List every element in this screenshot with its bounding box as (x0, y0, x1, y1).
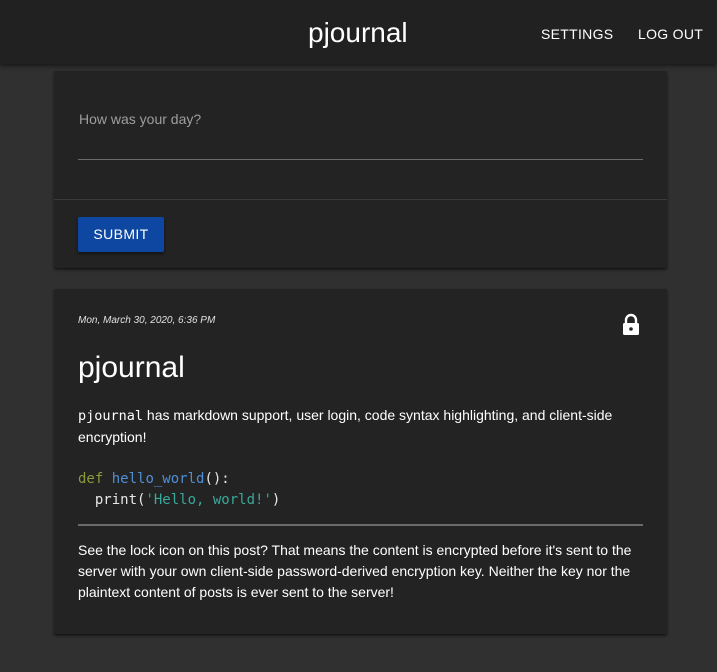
post-card: Mon, March 30, 2020, 6:36 PM pjournal pj… (54, 289, 667, 634)
post-date: Mon, March 30, 2020, 6:36 PM (78, 315, 216, 326)
lock-icon (623, 313, 639, 335)
logout-button[interactable]: LOG OUT (638, 22, 703, 46)
submit-button[interactable]: SUBMIT (78, 217, 164, 252)
app-title[interactable]: pjournal (308, 16, 408, 50)
code-call: print( (94, 492, 146, 508)
compose-card: How was your day? SUBMIT (54, 71, 667, 268)
entry-textarea[interactable]: How was your day? (78, 101, 643, 161)
code-function-name: hello_world (111, 471, 205, 487)
code-close: ) (271, 492, 281, 508)
code-block: def hello_world(): print('Hello, world!'… (78, 469, 643, 511)
entry-placeholder: How was your day? (79, 111, 202, 127)
post-outro: See the lock icon on this post? That mea… (78, 542, 632, 600)
settings-button[interactable]: SETTINGS (541, 22, 613, 46)
entry-underline (78, 159, 643, 160)
inline-code: pjournal (78, 408, 144, 424)
post-title: pjournal (78, 351, 185, 384)
code-string: 'Hello, world!' (145, 492, 272, 508)
post-divider (78, 524, 643, 526)
compose-divider (54, 199, 667, 200)
post-intro: pjournal has markdown support, user logi… (78, 405, 638, 448)
app-bar: pjournal SETTINGS LOG OUT (0, 0, 717, 64)
post-intro-text: has markdown support, user login, code s… (78, 407, 613, 445)
code-parens: (): (204, 471, 230, 487)
code-keyword: def (78, 471, 104, 487)
